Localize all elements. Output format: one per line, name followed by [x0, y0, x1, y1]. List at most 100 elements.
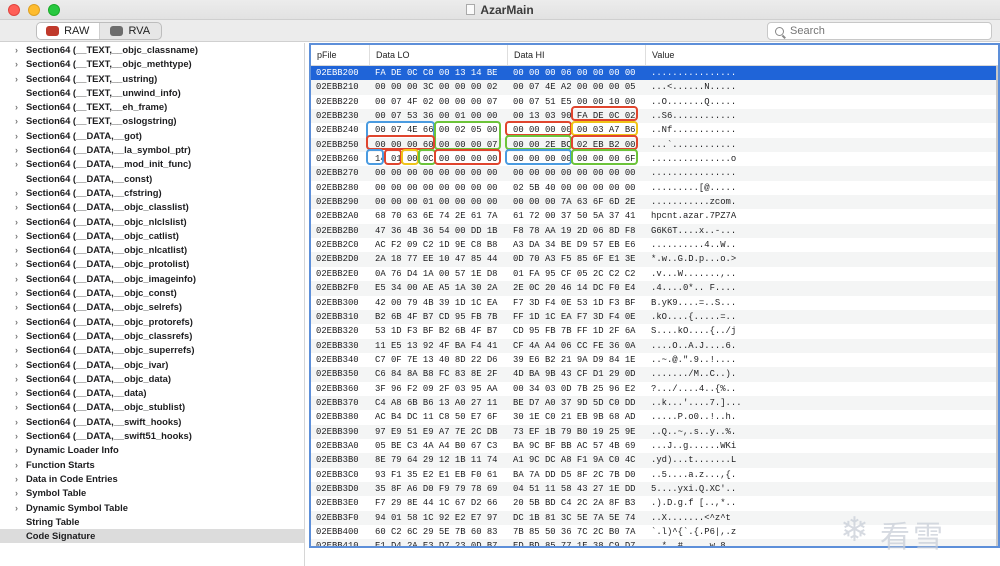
- column-header-data-hi[interactable]: Data HI: [508, 45, 646, 65]
- disclosure-chevron-icon[interactable]: ›: [15, 400, 18, 414]
- table-row[interactable]: 02EBB3D0 35 8F A6 D0 F9 79 78 69 04 51 11 …: [311, 481, 998, 497]
- disclosure-chevron-icon[interactable]: ›: [15, 114, 18, 128]
- sidebar-item[interactable]: › Dynamic Symbol Table: [0, 501, 304, 515]
- disclosure-chevron-icon[interactable]: ›: [15, 315, 18, 329]
- sidebar-item[interactable]: › Section64 (__DATA,__mod_init_func): [0, 157, 304, 171]
- disclosure-chevron-icon[interactable]: ›: [15, 215, 18, 229]
- sidebar-item[interactable]: › Section64 (__TEXT,__ustring): [0, 72, 304, 86]
- disclosure-chevron-icon[interactable]: ›: [15, 200, 18, 214]
- disclosure-chevron-icon[interactable]: ›: [15, 143, 18, 157]
- sidebar-item[interactable]: › Section64 (__DATA,__objc_catlist): [0, 229, 304, 243]
- sidebar-item[interactable]: › Section64 (__DATA,__objc_imageinfo): [0, 272, 304, 286]
- disclosure-chevron-icon[interactable]: ›: [15, 186, 18, 200]
- disclosure-chevron-icon[interactable]: ›: [15, 343, 18, 357]
- table-row[interactable]: 02EBB350 C6 84 8A B8 FC 83 8E 2F 4D BA 9B …: [311, 367, 998, 382]
- sidebar-item[interactable]: › Function Starts: [0, 458, 304, 472]
- disclosure-chevron-icon[interactable]: ›: [15, 458, 18, 472]
- table-row[interactable]: 02EBB2F0 E5 34 00 AE A5 1A 30 2A 2E 0C 20 …: [311, 281, 998, 296]
- sidebar-item[interactable]: › Section64 (__DATA,__objc_selrefs): [0, 300, 304, 314]
- sidebar-item[interactable]: › Section64 (__DATA,__objc_ivar): [0, 358, 304, 372]
- column-header-data-lo[interactable]: Data LO: [370, 45, 508, 65]
- sidebar-item[interactable]: › Section64 (__DATA,__objc_protolist): [0, 257, 304, 271]
- table-row[interactable]: 02EBB2E0 0A 76 D4 1A 00 57 1E D8 01 FA 95 …: [311, 267, 998, 281]
- sidebar-item[interactable]: › Section64 (__DATA,__objc_classlist): [0, 200, 304, 214]
- table-row[interactable]: 02EBB290 00 00 00 01 00 00 00 00 00 00 00 …: [311, 195, 998, 210]
- table-row[interactable]: 02EBB320 53 1D F3 BF B2 6B 4F B7 CD 95 FB …: [311, 324, 998, 338]
- disclosure-chevron-icon[interactable]: ›: [15, 501, 18, 515]
- disclosure-chevron-icon[interactable]: ›: [15, 386, 18, 400]
- table-scrollbar[interactable]: [996, 66, 998, 546]
- table-row[interactable]: 02EBB2B0 47 36 4B 36 54 00 DD 1B F8 78 AA …: [311, 223, 998, 239]
- table-row[interactable]: 02EBB310 B2 6B 4F B7 CD 95 FB 7B FF 1D 1C …: [311, 309, 998, 325]
- search-box[interactable]: [767, 22, 992, 40]
- table-row[interactable]: 02EBB280 00 00 00 00 00 00 00 00 02 5B 40 …: [311, 181, 998, 195]
- sidebar-item[interactable]: › Section64 (__DATA,__la_symbol_ptr): [0, 143, 304, 157]
- sidebar-item[interactable]: › Section64 (__DATA,__objc_classrefs): [0, 329, 304, 343]
- table-row[interactable]: 02EBB210 00 00 00 3C 00 00 00 02 00 07 4E …: [311, 80, 998, 95]
- disclosure-chevron-icon[interactable]: ›: [15, 358, 18, 372]
- disclosure-chevron-icon[interactable]: ›: [15, 43, 18, 57]
- disclosure-chevron-icon[interactable]: ›: [15, 329, 18, 343]
- table-row[interactable]: 02EBB370 C4 A8 6B B6 13 A0 27 11 BE D7 A0 …: [311, 395, 998, 411]
- table-row[interactable]: 02EBB2D0 2A 18 77 EE 10 47 85 44 0D 70 A3 …: [311, 252, 998, 267]
- disclosure-chevron-icon[interactable]: ›: [15, 129, 18, 143]
- sidebar-item[interactable]: › Section64 (__TEXT,__eh_frame): [0, 100, 304, 114]
- table-row[interactable]: 02EBB2A0 68 70 63 6E 74 2E 61 7A 61 72 00 …: [311, 209, 998, 223]
- column-header-value[interactable]: Value: [646, 45, 998, 65]
- sidebar-item[interactable]: › Section64 (__DATA,__objc_data): [0, 372, 304, 386]
- disclosure-chevron-icon[interactable]: ›: [15, 372, 18, 386]
- table-row[interactable]: 02EBB220 00 07 4F 02 00 00 00 07 00 07 51 …: [311, 95, 998, 109]
- sidebar-item[interactable]: › Section64 (__DATA,__data): [0, 386, 304, 400]
- disclosure-chevron-icon[interactable]: ›: [15, 300, 18, 314]
- sidebar-item[interactable]: Code Signature: [0, 529, 304, 544]
- rva-button[interactable]: RVA: [100, 23, 162, 39]
- sidebar-item[interactable]: › Section64 (__DATA,__cfstring): [0, 186, 304, 200]
- disclosure-chevron-icon[interactable]: ›: [15, 72, 18, 86]
- table-row[interactable]: 02EBB3B0 8E 79 64 29 12 1B 11 74 A1 9C DC …: [311, 453, 998, 468]
- sidebar-item[interactable]: › Section64 (__TEXT,__objc_methtype): [0, 57, 304, 71]
- sidebar-item[interactable]: Section64 (__TEXT,__unwind_info): [0, 86, 304, 100]
- sidebar-item[interactable]: Section64 (__DATA,__const): [0, 172, 304, 186]
- sidebar-item[interactable]: › Section64 (__TEXT,__objc_classname): [0, 43, 304, 57]
- disclosure-chevron-icon[interactable]: ›: [15, 472, 18, 486]
- table-row[interactable]: 02EBB360 3F 96 F2 09 2F 03 95 AA 00 34 03 …: [311, 382, 998, 396]
- sidebar-item[interactable]: › Section64 (__DATA,__objc_nlcatlist): [0, 243, 304, 257]
- sidebar-item[interactable]: › Section64 (__TEXT,__oslogstring): [0, 114, 304, 128]
- disclosure-chevron-icon[interactable]: ›: [15, 257, 18, 271]
- column-header-pfile[interactable]: pFile: [311, 45, 370, 65]
- sidebar-item[interactable]: › Dynamic Loader Info: [0, 443, 304, 457]
- sidebar-item[interactable]: › Section64 (__DATA,__swift_hooks): [0, 415, 304, 429]
- table-row[interactable]: 02EBB270 00 00 00 00 00 00 00 00 00 00 00 …: [311, 166, 998, 181]
- sidebar-item[interactable]: › Section64 (__DATA,__got): [0, 129, 304, 143]
- disclosure-chevron-icon[interactable]: ›: [15, 243, 18, 257]
- disclosure-chevron-icon[interactable]: ›: [15, 57, 18, 71]
- table-row[interactable]: 02EBB3C0 93 F1 35 E2 E1 EB F0 61 BA 7A DD …: [311, 468, 998, 482]
- sidebar-item[interactable]: String Table: [0, 515, 304, 529]
- sidebar-item[interactable]: › Section64 (__DATA,__objc_superrefs): [0, 343, 304, 357]
- table-row[interactable]: 02EBB330 11 E5 13 92 4F BA F4 41 CF 4A A4 …: [311, 338, 998, 353]
- disclosure-chevron-icon[interactable]: ›: [15, 100, 18, 114]
- sidebar-item[interactable]: › Section64 (__DATA,__objc_const): [0, 286, 304, 300]
- search-input[interactable]: [790, 25, 980, 37]
- table-row[interactable]: 02EBB300 42 00 79 4B 39 1D 1C EA F7 3D F4 …: [311, 296, 998, 310]
- sidebar-item[interactable]: › Data in Code Entries: [0, 472, 304, 486]
- table-row[interactable]: 02EBB200 FA DE 0C C0 00 13 14 BE 00 00 00 …: [311, 66, 998, 81]
- disclosure-chevron-icon[interactable]: ›: [15, 415, 18, 429]
- disclosure-chevron-icon[interactable]: ›: [15, 157, 18, 171]
- disclosure-chevron-icon[interactable]: ›: [15, 229, 18, 243]
- sidebar-item[interactable]: › Symbol Table: [0, 486, 304, 500]
- table-row[interactable]: 02EBB380 AC B4 DC 11 C8 50 E7 6F 30 1E C0 …: [311, 410, 998, 424]
- disclosure-chevron-icon[interactable]: ›: [15, 286, 18, 300]
- table-row[interactable]: 02EBB2C0 AC F2 09 C2 1D 9E C8 B8 A3 DA 34 …: [311, 238, 998, 252]
- sidebar-item[interactable]: › Section64 (__DATA,__swift51_hooks): [0, 429, 304, 443]
- disclosure-chevron-icon[interactable]: ›: [15, 272, 18, 286]
- table-row[interactable]: 02EBB340 C7 0F 7E 13 40 8D 22 D6 39 E6 B2 …: [311, 353, 998, 367]
- disclosure-chevron-icon[interactable]: ›: [15, 486, 18, 500]
- table-row[interactable]: 02EBB390 97 E9 51 E9 A7 7E 2C DB 73 EF 1B …: [311, 424, 998, 439]
- sidebar-item[interactable]: › Section64 (__DATA,__objc_protorefs): [0, 315, 304, 329]
- sidebar-item[interactable]: › Section64 (__DATA,__objc_stublist): [0, 400, 304, 414]
- sidebar-item[interactable]: › Section64 (__DATA,__objc_nlclslist): [0, 215, 304, 229]
- raw-button[interactable]: RAW: [37, 23, 100, 39]
- table-row[interactable]: 02EBB3A0 05 BE C3 4A A4 B0 67 C3 BA 9C BF …: [311, 439, 998, 453]
- disclosure-chevron-icon[interactable]: ›: [15, 429, 18, 443]
